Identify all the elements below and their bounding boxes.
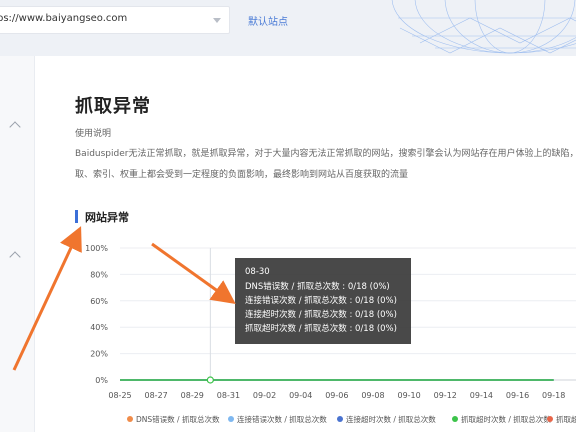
x-tick-label: 09-08: [361, 391, 384, 400]
collapse-chevron-icon[interactable]: [9, 251, 21, 263]
site-exception-chart: 100% 80% 60% 40% 20% 0%08-25 08-27 08-29 08-31 09…: [85, 244, 576, 424]
legend-marker: [337, 416, 343, 422]
collapse-chevron-icon[interactable]: [9, 121, 21, 133]
x-tick-label: 09-16: [506, 391, 529, 400]
y-tick-label: 60%: [90, 297, 108, 306]
legend-marker: [452, 416, 458, 422]
x-tick-label: 09-04: [289, 391, 312, 400]
default-site-link[interactable]: 默认站点: [248, 13, 288, 28]
data-point-marker: [206, 376, 214, 384]
x-tick-label: 08-29: [181, 391, 204, 400]
x-tick-label: 09-10: [397, 391, 420, 400]
legend-label: 抓取超时次数 / 抓取总次数: [461, 414, 551, 424]
legend-label: DNS错误数 / 抓取总次数: [136, 414, 220, 424]
x-tick-label: 08-27: [145, 391, 168, 400]
tooltip-line: 抓取超时次数 / 抓取总次数 : 0/18 (0%): [245, 323, 397, 334]
site-url-select[interactable]: ps://www.baiyangseo.com: [0, 6, 230, 34]
x-tick-label: 09-14: [470, 391, 493, 400]
x-tick-label: 09-18: [542, 391, 565, 400]
tooltip-line: DNS错误数 / 抓取总次数 : 0/18 (0%): [245, 281, 390, 292]
legend-label: 连接超时次数 / 抓取总次数: [346, 414, 436, 424]
y-tick-label: 40%: [90, 323, 108, 332]
x-tick-label: 09-02: [253, 391, 276, 400]
y-tick-label: 100%: [85, 244, 108, 253]
tooltip-line: 连接错误次数 / 抓取总次数 : 0/18 (0%): [245, 295, 397, 306]
sidebar: [0, 56, 35, 432]
legend-marker: [547, 416, 553, 422]
legend-label: 连接错误次数 / 抓取总次数: [237, 414, 327, 424]
legend-marker: [127, 416, 133, 422]
x-tick-label: 08-25: [108, 391, 131, 400]
top-bar: ps://www.baiyangseo.com 默认站点: [0, 0, 576, 56]
x-tick-label: 09-06: [325, 391, 348, 400]
legend-marker: [228, 416, 234, 422]
caret-down-icon: [213, 18, 221, 23]
tooltip-date: 08-30: [245, 267, 270, 277]
y-tick-label: 80%: [90, 270, 108, 279]
y-tick-label: 0%: [95, 376, 108, 385]
x-tick-label: 08-31: [217, 391, 240, 400]
x-tick-label: 09-12: [434, 391, 457, 400]
tooltip-line: 连接超时次数 / 抓取总次数 : 0/18 (0%): [245, 309, 397, 320]
site-url-value: ps://www.baiyangseo.com: [0, 13, 128, 24]
globe-decoration: [391, 0, 576, 54]
legend-label: 抓取超时次数 / 抓取总次数: [556, 414, 576, 424]
y-tick-label: 20%: [90, 350, 108, 359]
